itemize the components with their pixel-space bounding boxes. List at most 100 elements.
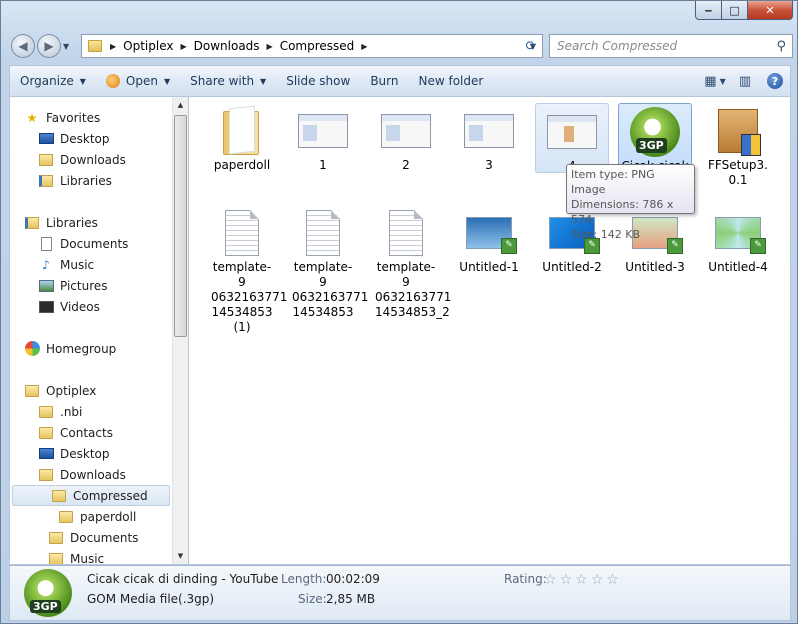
music-icon: ♪ [42,257,50,272]
organize-label: Organize [20,74,74,88]
file-tooltip: Item type: PNG Image Dimensions: 786 x 5… [566,164,695,241]
file-item-template-3[interactable]: template-9 0632163771 14534853_2 [369,205,451,319]
slide-show-button[interactable]: Slide show [276,66,360,96]
open-button[interactable]: Open ▼ [96,66,180,96]
burn-button[interactable]: Burn [360,66,408,96]
pictures-icon [38,279,54,293]
forward-arrow-icon: ▶ [44,39,54,53]
rating-star-icon[interactable]: ☆ [606,572,619,588]
chevron-right-icon[interactable]: ▶ [357,42,371,51]
change-view-button[interactable]: ▦ ▼ [700,66,730,96]
file-item-untitled-4[interactable]: ✎ Untitled-4 [701,205,775,275]
maximize-button[interactable]: □ [722,1,748,20]
rating-star-icon[interactable]: ☆ [591,572,604,588]
details-file-name: Cicak cicak di dinding - YouTube [87,572,279,586]
help-button[interactable]: ? [760,66,790,96]
details-length-value: 00:02:09 [326,572,380,586]
file-item-2[interactable]: 2 [369,103,443,173]
sidebar-item-paperdoll[interactable]: paperdoll [58,506,136,527]
breadcrumb-compressed[interactable]: Compressed [277,35,358,57]
refresh-button[interactable]: ⟳ [519,34,543,58]
organize-button[interactable]: Organize ▼ [10,66,96,96]
sidebar-label: .nbi [60,404,83,419]
sidebar-item-documents-2[interactable]: Documents [48,527,138,548]
open-label: Open [125,74,158,88]
sidebar-label: Documents [60,236,129,251]
sidebar-item-favorites[interactable]: ★ Favorites [24,107,101,128]
rating-stars[interactable]: ☆ ☆ ☆ ☆ ☆ [544,572,619,588]
rating-star-icon[interactable]: ☆ [560,572,573,588]
chevron-right-icon[interactable]: ▶ [263,42,277,51]
share-with-button[interactable]: Share with ▼ [180,66,276,96]
3gp-badge: 3GP [30,600,61,613]
sidebar-item-libraries[interactable]: Libraries [24,212,98,233]
sidebar-item-homegroup[interactable]: Homegroup [24,338,116,359]
file-item-ffsetup[interactable]: FFSetup3.0.1 [701,103,775,187]
details-rating-label: Rating: [504,572,547,586]
sidebar-item-contacts[interactable]: Contacts [38,422,113,443]
minimize-button[interactable]: ‒ [695,1,722,20]
sidebar-label: Contacts [60,425,113,440]
libraries-icon [24,216,40,230]
sidebar-item-pictures[interactable]: Pictures [38,275,108,296]
search-input[interactable]: Search Compressed ⚲ [549,34,793,58]
preview-pane-icon: ▥ [738,73,752,89]
view-grid-icon: ▦ [704,73,717,89]
scroll-up-icon[interactable]: ▲ [173,97,188,113]
sidebar-item-music[interactable]: ♪ Music [38,254,94,275]
recent-pages-dropdown[interactable]: ▼ [63,42,69,51]
breadcrumb-downloads[interactable]: Downloads [191,35,263,57]
sidebar-item-videos[interactable]: Videos [38,296,100,317]
gom-player-icon [105,74,120,88]
sidebar-item-downloads-2[interactable]: Downloads [38,464,126,485]
scroll-down-icon[interactable]: ▼ [173,548,188,564]
file-item-1[interactable]: 1 [286,103,360,173]
chevron-down-icon: ▼ [163,76,171,86]
file-item-cicak[interactable]: 3GP Cicak cicak [618,103,692,173]
folder-icon [88,40,102,52]
preview-pane-button[interactable]: ▥ [730,66,760,96]
file-item-paperdoll[interactable]: paperdoll [205,103,279,173]
chevron-right-icon[interactable]: ▶ [176,42,190,51]
sidebar-item-desktop-2[interactable]: Desktop [38,443,110,464]
file-name: Untitled-2 [542,260,602,274]
file-name: template-9 0632163771 14534853_2 [375,260,452,319]
address-bar[interactable]: ▶ Optiplex ▶ Downloads ▶ Compressed ▶ ▼ [81,34,543,58]
sidebar-item-music-2[interactable]: Music [48,548,104,564]
desktop-icon [38,447,54,461]
scrollbar-thumb[interactable] [174,115,187,337]
image-thumbnail [536,104,608,159]
search-icon[interactable]: ⚲ [776,39,786,54]
documents-icon [38,236,54,251]
new-folder-button[interactable]: New folder [409,66,494,96]
file-item-untitled-1[interactable]: ✎ Untitled-1 [452,205,526,275]
file-item-template-2[interactable]: template-9 0632163771 14534853 [286,205,368,319]
sidebar-label: Libraries [60,173,112,188]
image-thumbnail [369,103,443,158]
3gp-media-icon: 3GP [24,569,72,617]
file-item-template-1[interactable]: template-9 0632163771 14534853 (1) [205,205,287,334]
videos-icon [38,300,54,314]
nav-pane-scrollbar[interactable]: ▲ ▼ [172,96,189,565]
file-item-4[interactable]: 4 [535,103,609,173]
breadcrumb-optiplex[interactable]: Optiplex [120,35,176,57]
sidebar-item-nbi[interactable]: .nbi [38,401,82,422]
sidebar-item-optiplex[interactable]: Optiplex [24,380,96,401]
close-button[interactable]: ✕ [748,1,793,20]
command-bar: Organize ▼ Open ▼ Share with ▼ Slide show B… [9,65,791,96]
file-item-3[interactable]: 3 [452,103,526,173]
chevron-right-icon[interactable]: ▶ [106,42,120,51]
sidebar-item-libraries-fav[interactable]: Libraries [38,170,112,191]
chevron-down-icon: ▼ [79,76,86,86]
toolbar-right: ▦ ▼ ▥ ? [700,66,790,96]
sidebar-item-desktop[interactable]: Desktop [38,128,110,149]
folder-icon [48,531,64,545]
back-button[interactable]: ◀ [11,34,35,58]
forward-button[interactable]: ▶ [37,34,61,58]
rating-star-icon[interactable]: ☆ [575,572,588,588]
rating-star-icon[interactable]: ☆ [544,572,557,588]
sidebar-item-compressed[interactable]: Compressed [12,485,170,506]
minimize-icon: ‒ [704,3,713,17]
sidebar-item-downloads[interactable]: Downloads [38,149,126,170]
sidebar-item-documents[interactable]: Documents [38,233,128,254]
